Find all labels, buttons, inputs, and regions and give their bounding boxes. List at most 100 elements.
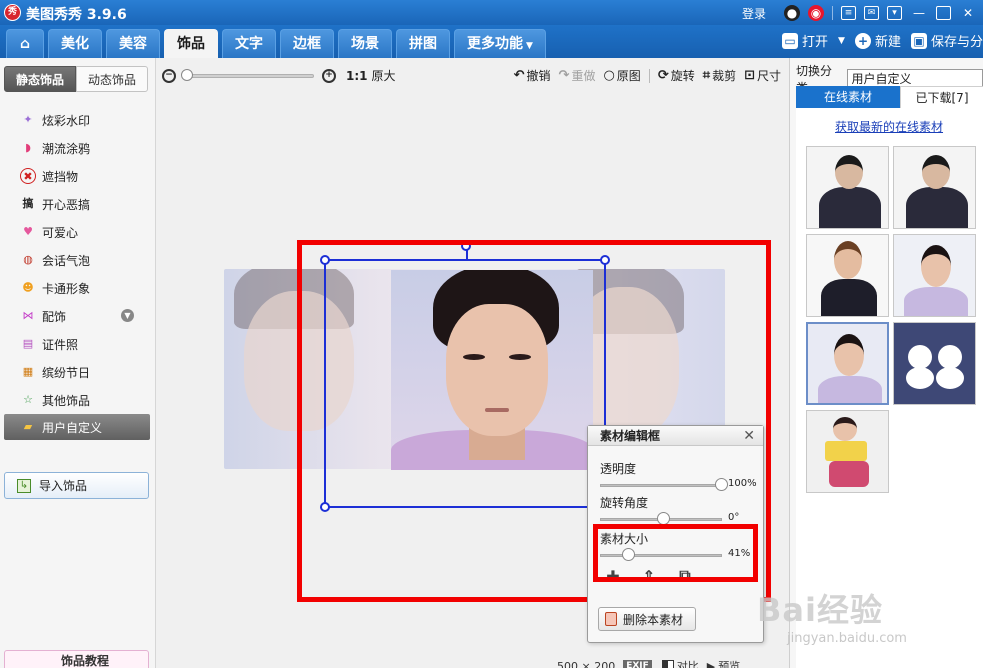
cartoon-icon: ☻ — [22, 281, 34, 294]
tab-downloaded[interactable]: 已下载[7] — [900, 86, 983, 108]
circle-icon: ○ — [603, 68, 615, 83]
thumbnail-figure-body — [904, 287, 968, 316]
material-thumbnail[interactable] — [806, 410, 889, 493]
sidebar-item-label: 可爱心 — [42, 225, 79, 240]
star-icon: ☆ — [23, 393, 33, 406]
sidebar-item-graffiti[interactable]: ◗ 潮流涂鸦 — [0, 134, 156, 162]
zoom-slider-thumb[interactable] — [181, 68, 193, 81]
tab-border[interactable]: 边框 — [280, 29, 334, 58]
sidebar-item-watermark[interactable]: ✦ 炫彩水印 — [0, 106, 156, 134]
news-icon[interactable]: ≡ — [841, 6, 856, 20]
sidebar-item-other[interactable]: ☆ 其他饰品 — [0, 386, 156, 414]
tab-collage[interactable]: 拼图 — [396, 29, 450, 58]
exif-badge[interactable]: EXIF — [623, 660, 652, 668]
close-window-icon[interactable]: ✕ — [959, 5, 977, 21]
compare-button[interactable]: 对比 — [661, 658, 699, 668]
rotate-label: 旋转 — [670, 69, 695, 83]
tab-beautify[interactable]: 美化 — [48, 29, 102, 58]
resize-button[interactable]: ⊡ 尺寸 — [744, 67, 781, 84]
crop-label: 裁剪 — [712, 69, 737, 83]
rotate-button[interactable]: ⟳ 旋转 — [658, 67, 695, 84]
tab-accessories[interactable]: 饰品 — [164, 29, 218, 58]
sidebar-item-cute-heart[interactable]: ♥ 可爱心 — [0, 218, 156, 246]
material-thumbnail[interactable] — [893, 322, 976, 405]
tab-scene[interactable]: 场景 — [338, 29, 392, 58]
feedback-icon[interactable]: ✉ — [864, 6, 879, 20]
crop-icon: ⌗ — [702, 68, 711, 83]
sidebar-item-mask[interactable]: ✖ 遮挡物 — [0, 162, 156, 190]
menu-icon[interactable]: ▾ — [887, 6, 902, 20]
sidebar-item-label: 配饰 — [42, 309, 67, 324]
opacity-label: 透明度 — [600, 462, 637, 476]
sidebar-item-speech-bubble[interactable]: ◍ 会话气泡 — [0, 246, 156, 274]
zoom-slider[interactable] — [181, 68, 314, 81]
sidebar-item-id-photo[interactable]: ▤ 证件照 — [0, 330, 156, 358]
thumbnail-figure-body — [818, 376, 882, 403]
sidebar-item-user-custom[interactable]: ▰ 用户自定义 — [4, 414, 150, 440]
rotate-icon: ⟳ — [657, 68, 669, 83]
opacity-control: 透明度 100% — [600, 460, 760, 491]
tab-face[interactable]: 美容 — [106, 29, 160, 58]
chevron-down-icon: ▼ — [526, 41, 533, 51]
accessory-tutorial-link[interactable]: 饰品教程 — [4, 650, 149, 668]
fetch-online-link[interactable]: 获取最新的在线素材 — [835, 118, 943, 135]
expand-icon[interactable]: ▼ — [121, 309, 134, 322]
sidebar-item-accessories[interactable]: ⋈ 配饰 ▼ — [0, 302, 156, 330]
actual-size-button[interactable]: 1:1 — [346, 69, 368, 83]
crop-button[interactable]: ⌗ 裁剪 — [703, 67, 736, 84]
bow-icon: ⋈ — [22, 309, 34, 322]
import-accessory-button[interactable]: ↳ 导入饰品 — [4, 472, 149, 499]
preview-label: 预览 — [718, 660, 741, 668]
zoom-control: − + 1:1 原大 — [162, 67, 396, 84]
thumbnail-figure-body — [906, 367, 934, 389]
opacity-slider-thumb[interactable] — [715, 478, 728, 491]
qq-icon[interactable]: ● — [784, 5, 800, 21]
original-size-label[interactable]: 原大 — [372, 67, 396, 84]
undo-button[interactable]: ↶ 撤销 — [514, 67, 551, 84]
material-thumbnail[interactable] — [893, 234, 976, 317]
material-thumbnail-selected[interactable] — [806, 322, 889, 405]
close-icon[interactable]: ✕ — [743, 428, 755, 444]
tab-online-materials[interactable]: 在线素材 — [796, 86, 900, 108]
opacity-slider[interactable] — [600, 484, 722, 487]
material-thumbnail[interactable] — [893, 146, 976, 229]
redo-button[interactable]: ↷ 重做 — [559, 67, 596, 84]
login-link[interactable]: 登录 — [742, 5, 766, 22]
sidebar-item-label: 卡通形象 — [42, 281, 91, 296]
title-bar: 秀 美图秀秀 3.9.6 登录 ● ◉ ≡ ✉ ▾ — ✕ — [0, 0, 983, 25]
thumbnail-figure-head — [834, 334, 864, 376]
tab-static-accessories[interactable]: 静态饰品 — [4, 66, 76, 92]
chevron-down-icon[interactable]: ▼ — [838, 36, 845, 46]
sidebar-item-cartoon[interactable]: ☻ 卡通形象 — [0, 274, 156, 302]
delete-material-button[interactable]: 删除本素材 — [598, 607, 696, 631]
material-editor-title[interactable]: 素材编辑框 — [588, 426, 763, 446]
material-thumbnail[interactable] — [806, 146, 889, 229]
save-button[interactable]: ▣ 保存与分 — [910, 31, 983, 50]
tab-more-features[interactable]: 更多功能 ▼ — [454, 29, 546, 58]
mask-icon: ✖ — [20, 168, 36, 184]
minimize-icon[interactable]: — — [910, 5, 928, 21]
gift-icon: ▦ — [22, 365, 34, 378]
maximize-icon[interactable] — [936, 6, 951, 20]
opacity-value: 100% — [728, 478, 757, 489]
sidebar-item-festival[interactable]: ▦ 缤纷节日 — [0, 358, 156, 386]
material-thumbnail[interactable] — [806, 234, 889, 317]
sidebar-item-funny[interactable]: 搞开心恶搞 — [0, 190, 156, 218]
new-button[interactable]: + 新建 — [854, 31, 901, 50]
tab-animated-accessories[interactable]: 动态饰品 — [76, 66, 148, 92]
zoom-in-icon[interactable]: + — [322, 68, 336, 83]
preview-button[interactable]: ▶ 预览 — [707, 658, 740, 668]
editing-canvas[interactable]: 素材编辑框 ✕ 透明度 100% 旋转角度 0° 素材大小 41% ✚ ⇕ ⧉ … — [157, 92, 789, 668]
weibo-icon[interactable]: ◉ — [808, 5, 824, 21]
status-bar: 500 × 200 EXIF 对比 ▶ 预览 — [557, 658, 748, 668]
original-image-button[interactable]: ○ 原图 — [603, 67, 640, 84]
save-label: 保存与分 — [930, 35, 983, 50]
open-button[interactable]: ▭ 打开 ▼ — [782, 31, 845, 50]
tab-text[interactable]: 文字 — [222, 29, 276, 58]
sidebar-tabs: 静态饰品 动态饰品 — [4, 66, 148, 92]
zoom-out-icon[interactable]: − — [162, 68, 176, 83]
watermark-url: jingyan.baidu.com — [787, 631, 907, 646]
rotation-value: 0° — [728, 512, 740, 523]
tab-home[interactable]: ⌂ — [6, 29, 44, 58]
baidu-jingyan-watermark: Bai经验 jingyan.baidu.com — [757, 585, 977, 655]
